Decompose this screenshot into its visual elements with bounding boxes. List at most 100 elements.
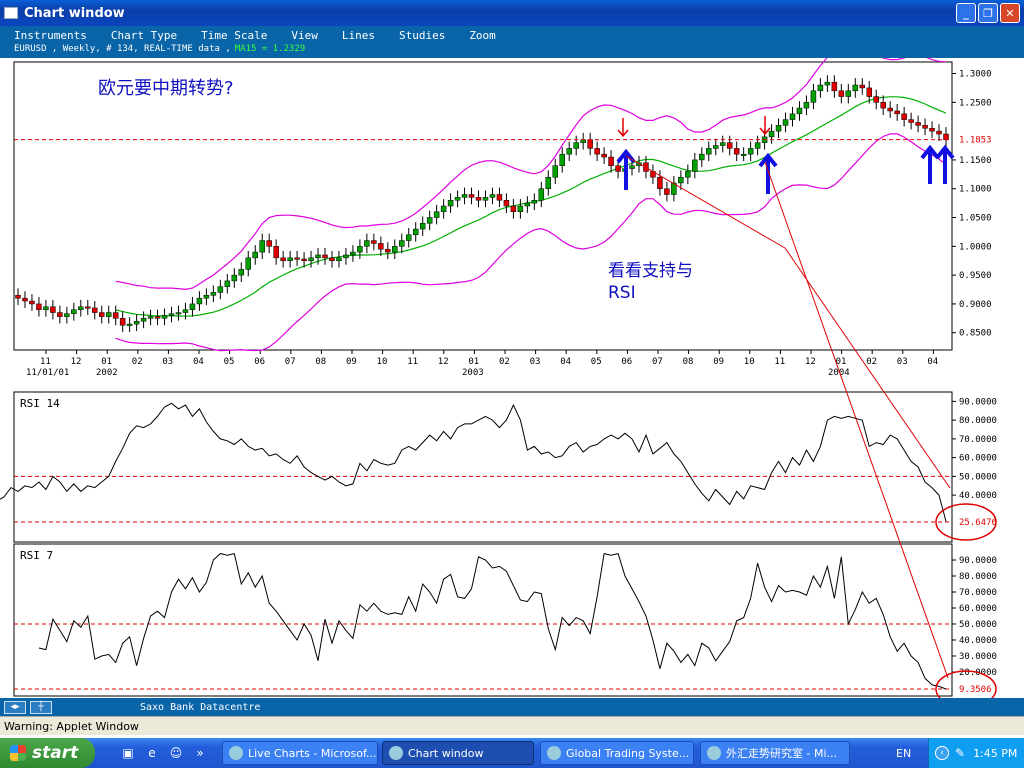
candle-body (852, 84, 859, 92)
taskbar: start ▣ e ☺ » Live Charts - Microsof... … (0, 738, 1024, 768)
task-live-charts[interactable]: Live Charts - Microsof... (222, 741, 378, 765)
time-axis-label: 06 (254, 357, 265, 367)
language-indicator[interactable]: EN (896, 747, 911, 760)
candle-body (496, 194, 503, 201)
candle-body (685, 171, 691, 178)
maximize-button[interactable]: ❐ (978, 3, 998, 23)
applet-warning: Warning: Applet Window (0, 716, 1024, 735)
candle-body (845, 90, 852, 97)
candle-body (322, 254, 328, 259)
rsi14-axis-label: 50.0000 (959, 472, 997, 482)
task-forex-research[interactable]: 外汇走势研究室 - Mi... (700, 741, 850, 765)
quicklaunch-more-icon[interactable]: » (191, 744, 209, 762)
ma-label: MA15 = 1.2329 (234, 44, 306, 54)
candle-body (385, 248, 391, 253)
scroll-left-button[interactable]: ◂▸ (4, 700, 26, 714)
candle-body (894, 110, 900, 115)
price-axis-label: 1.1500 (959, 156, 992, 166)
rsi14-current-label: 25.6476 (959, 518, 997, 528)
tray-expand-icon[interactable]: ‹ (935, 746, 949, 760)
chart-canvas[interactable]: 1.3000 1.2500 1.1500 1.1000 1.0500 1.0000 0.95… (0, 49, 1024, 708)
time-axis-label: 10 (744, 357, 755, 367)
time-axis-label: 02 (132, 357, 143, 367)
task-global-trading[interactable]: Global Trading Syste... (540, 741, 694, 765)
candle-body (336, 257, 342, 261)
candle-body (119, 318, 126, 326)
crosshair-button[interactable]: ┼ (30, 700, 52, 714)
menu-view[interactable]: View (285, 29, 326, 42)
system-tray: ‹ ✎ 1:45 PM (928, 738, 1024, 768)
candle-body (22, 297, 28, 302)
panel-frame-1 (13, 391, 953, 543)
menu-chart-type[interactable]: Chart Type (105, 29, 185, 42)
time-axis-label: 01 (101, 357, 112, 367)
candle-body (859, 84, 866, 89)
time-axis-label: 09 (346, 357, 357, 367)
candle-body (922, 125, 928, 129)
chart-application-window: Chart window _ ❐ ✕ Instruments Chart Typ… (0, 0, 1024, 735)
candle-body (343, 254, 349, 259)
time-axis-label: 08 (683, 357, 694, 367)
candle-body (196, 297, 203, 305)
candle-body (412, 228, 419, 236)
menu-studies[interactable]: Studies (393, 29, 453, 42)
windows-flag-icon (10, 745, 26, 761)
menu-lines[interactable]: Lines (336, 29, 383, 42)
candle-body (510, 205, 517, 213)
candle-body (350, 251, 356, 256)
instrument-label: EURUSD , Weekly, # 134, REAL-TIME data , (14, 44, 231, 54)
candle-body (789, 113, 796, 120)
time-axis-label: 08 (315, 357, 326, 367)
window-icon (4, 7, 18, 19)
price-axis-label: 0.9000 (959, 300, 992, 310)
task-chart-window[interactable]: Chart window (382, 741, 534, 765)
rsi14-axis-label: 40.0000 (959, 491, 997, 501)
candle-body (726, 142, 733, 149)
candle-body (503, 199, 510, 207)
menu-zoom[interactable]: Zoom (463, 29, 504, 42)
close-button[interactable]: ✕ (1000, 3, 1020, 23)
title-bar[interactable]: Chart window _ ❐ ✕ (0, 0, 1024, 26)
candle-body (112, 312, 119, 319)
minimize-button[interactable]: _ (956, 3, 976, 23)
rsi7-current-label: 9.3506 (959, 685, 992, 695)
time-axis-label: 03 (897, 357, 908, 367)
candle-body (943, 133, 949, 141)
time-axis-label: 11 (407, 357, 418, 367)
rsi14-axis-label: 80.0000 (959, 416, 997, 426)
price-axis-label: 1.2500 (959, 98, 992, 108)
status-text: Saxo Bank Datacentre (140, 701, 261, 713)
status-bar: ◂▸ ┼ Saxo Bank Datacentre (0, 698, 1024, 716)
candle-body (440, 205, 447, 213)
time-axis-label: 09 (713, 357, 724, 367)
ie-icon (229, 746, 243, 760)
candle-body (29, 300, 35, 305)
candle-body (357, 246, 363, 253)
time-axis-label: 05 (591, 357, 602, 367)
tray-app-icon[interactable]: ✎ (955, 746, 965, 760)
time-axis-label: 04 (927, 357, 938, 367)
candle-body (733, 148, 740, 155)
candle-body (405, 234, 412, 241)
candle-body (168, 313, 175, 316)
candle-body (182, 309, 189, 313)
menu-instruments[interactable]: Instruments (8, 29, 95, 42)
candle-body (301, 258, 307, 261)
annotation-note: 看看支持与 (608, 261, 693, 281)
time-axis-sublabel: 11/01/01 (26, 368, 69, 378)
menu-time-scale[interactable]: Time Scale (195, 29, 275, 42)
quicklaunch-desktop-icon[interactable]: ▣ (119, 744, 137, 762)
candle-body (294, 257, 300, 260)
chart-area[interactable]: 1.3000 1.2500 1.1500 1.1000 1.0500 1.0000 0.95… (0, 49, 1024, 708)
candle-body (433, 211, 440, 218)
price-axis-label: 0.9500 (959, 271, 992, 281)
candle-body (154, 316, 161, 319)
candle-body (50, 306, 56, 313)
quicklaunch-messenger-icon[interactable]: ☺ (167, 744, 185, 762)
quicklaunch-ie-icon[interactable]: e (143, 744, 161, 762)
candle-body (901, 113, 907, 120)
price-axis-label: 1.1000 (959, 185, 992, 195)
task-label: Chart window (408, 746, 484, 760)
start-button[interactable]: start (0, 738, 95, 768)
rsi7-axis-label: 60.0000 (959, 604, 997, 614)
